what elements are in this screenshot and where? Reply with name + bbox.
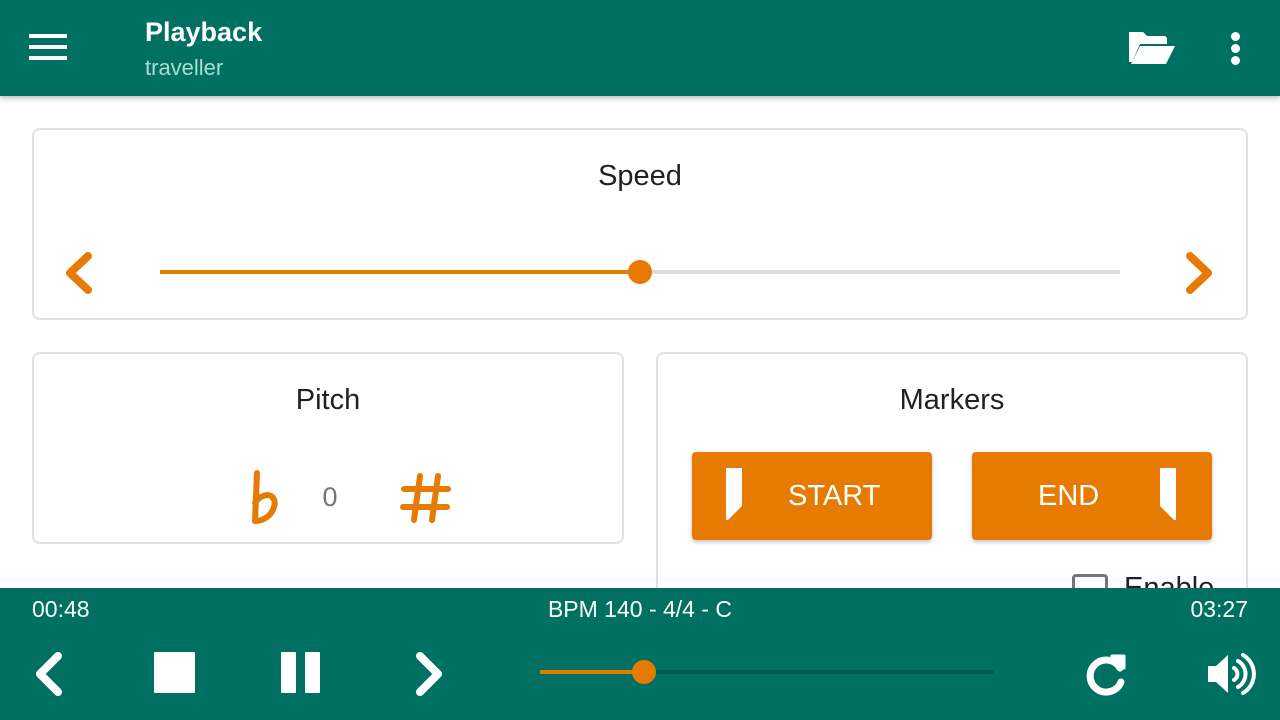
marker-start-button[interactable]: START bbox=[692, 452, 932, 540]
playback-position-fill bbox=[540, 670, 645, 674]
pause-button[interactable] bbox=[274, 646, 330, 702]
volume-icon bbox=[1208, 653, 1256, 695]
menu-icon bbox=[29, 34, 67, 38]
pitch-title: Pitch bbox=[295, 384, 361, 416]
folder-open-icon bbox=[1129, 32, 1175, 64]
song-info: BPM 140 - 4/4 - C bbox=[547, 596, 733, 622]
more-vert-dot bbox=[1231, 56, 1240, 65]
previous-button[interactable] bbox=[22, 646, 78, 702]
app-bar: Playback traveller bbox=[0, 0, 1280, 96]
marker-start-label: START bbox=[788, 480, 881, 512]
page-title: Playback bbox=[145, 17, 263, 47]
pitch-card: Pitch 0 bbox=[32, 352, 624, 544]
chevron-left-icon bbox=[66, 252, 92, 294]
speed-title: Speed bbox=[598, 160, 682, 192]
previous-icon bbox=[36, 652, 62, 696]
speed-slider-fill bbox=[160, 270, 640, 274]
markers-title: Markers bbox=[899, 384, 1005, 416]
next-icon bbox=[416, 652, 442, 696]
speed-increase-button[interactable] bbox=[1182, 250, 1216, 301]
pitch-sharp-button[interactable] bbox=[398, 470, 454, 526]
marker-end-label: END bbox=[1038, 480, 1100, 512]
speed-card: Speed bbox=[32, 128, 1248, 320]
pause-icon bbox=[281, 652, 320, 693]
volume-button[interactable] bbox=[1202, 646, 1258, 702]
speed-slider-thumb[interactable] bbox=[628, 260, 652, 284]
total-time: 03:27 bbox=[1190, 596, 1248, 622]
more-vert-dot bbox=[1231, 44, 1240, 53]
more-vert-icon bbox=[1231, 32, 1240, 41]
next-button[interactable] bbox=[400, 646, 456, 702]
stop-button[interactable] bbox=[146, 646, 202, 702]
player-bar: 00:48 BPM 140 - 4/4 - C 03:27 bbox=[0, 588, 1280, 720]
flat-icon bbox=[252, 470, 278, 524]
sharp-icon bbox=[400, 473, 451, 523]
menu-button[interactable] bbox=[20, 26, 76, 70]
markers-card: Markers START END Enable bbox=[656, 352, 1248, 612]
speed-slider[interactable] bbox=[160, 260, 1120, 284]
pitch-flat-button[interactable] bbox=[244, 469, 294, 529]
stop-icon bbox=[154, 652, 195, 693]
playback-position-slider[interactable] bbox=[540, 660, 994, 684]
repeat-button[interactable] bbox=[1078, 646, 1134, 702]
menu-icon-bar bbox=[29, 56, 67, 60]
repeat-icon bbox=[1086, 654, 1126, 696]
more-options-button[interactable] bbox=[1216, 26, 1256, 70]
marker-start-icon bbox=[726, 468, 742, 520]
marker-end-button[interactable]: END bbox=[972, 452, 1212, 540]
chevron-right-icon bbox=[1186, 252, 1212, 294]
marker-end-icon bbox=[1160, 468, 1176, 520]
pitch-value: 0 bbox=[322, 482, 338, 512]
menu-icon-bar bbox=[29, 45, 67, 49]
playback-position-thumb[interactable] bbox=[632, 660, 657, 684]
speed-decrease-button[interactable] bbox=[62, 250, 96, 301]
page-subtitle: traveller bbox=[145, 55, 224, 80]
open-file-button[interactable] bbox=[1124, 26, 1180, 70]
